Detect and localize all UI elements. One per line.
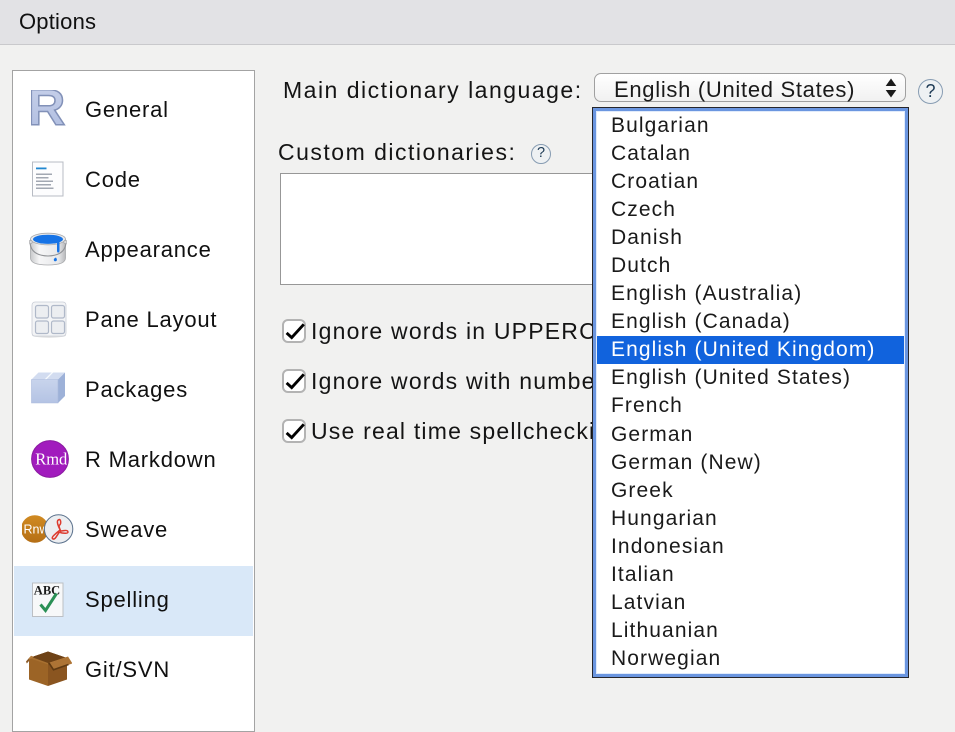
svg-text:R: R — [31, 90, 65, 128]
svg-text:Rmd: Rmd — [35, 450, 68, 469]
